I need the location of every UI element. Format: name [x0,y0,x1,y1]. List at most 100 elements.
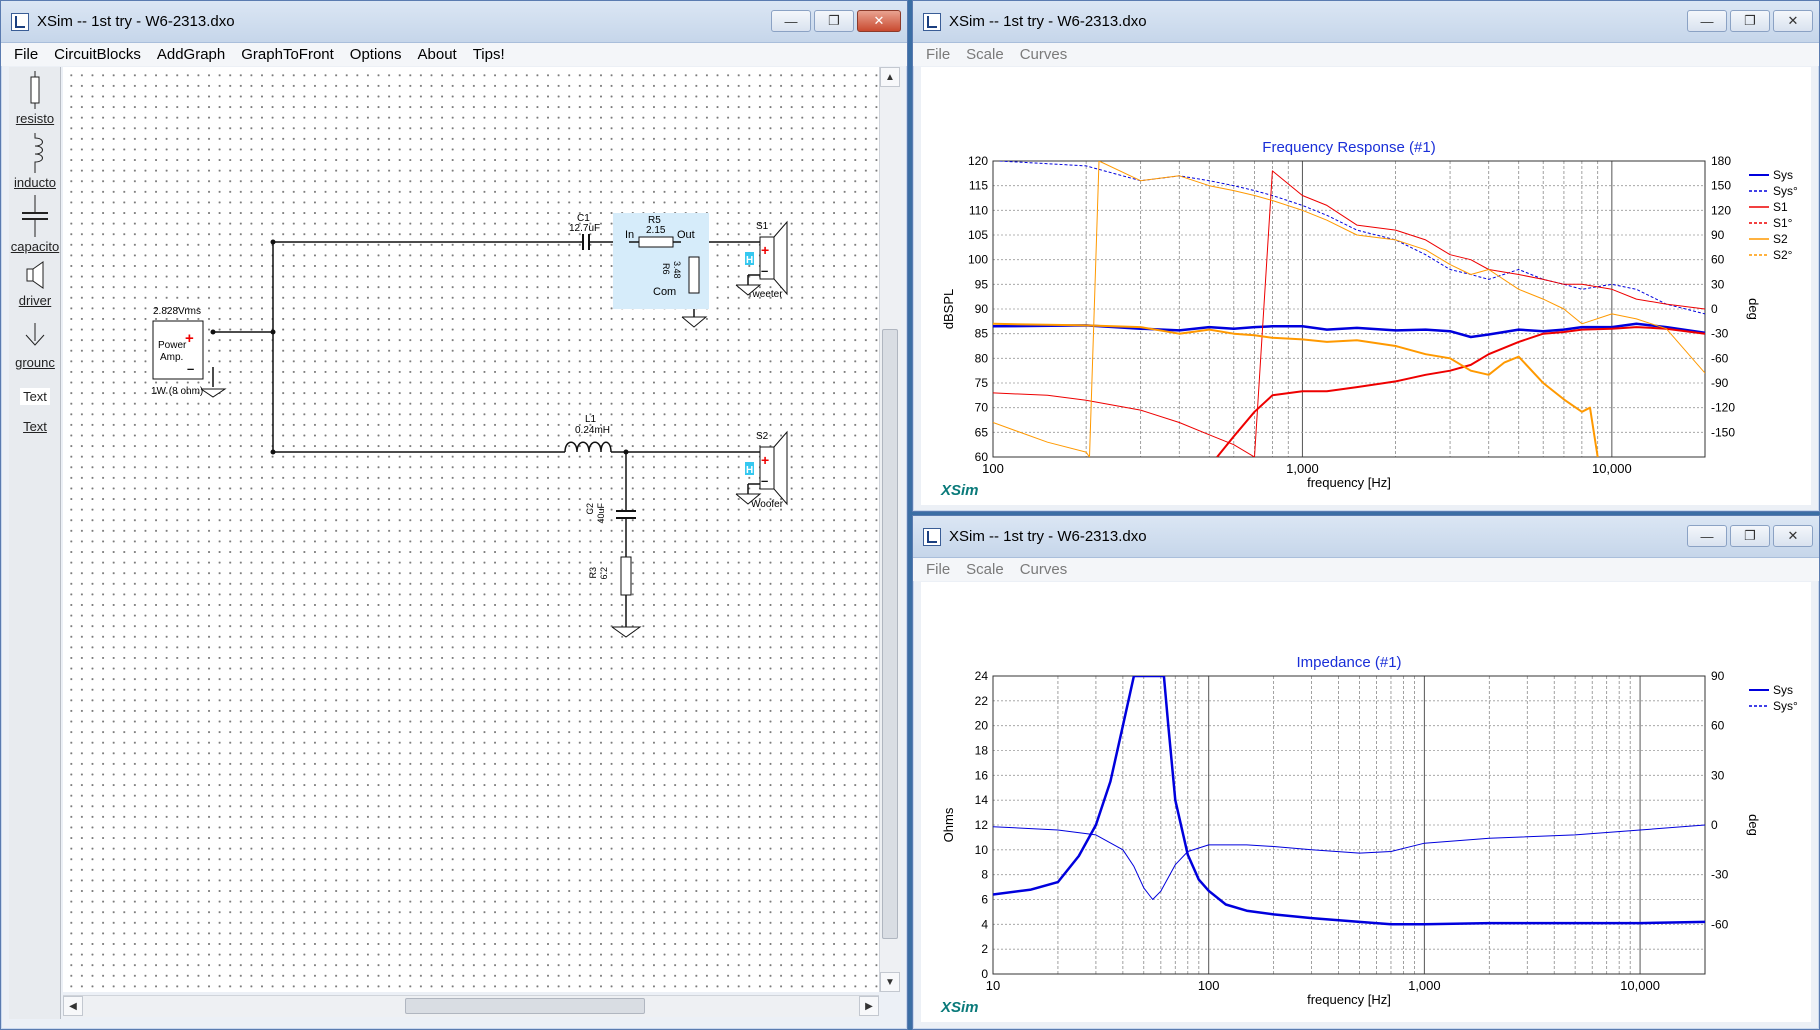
minimize-button[interactable]: — [771,10,811,32]
menu-scale[interactable]: Scale [958,561,1012,578]
capacitor-c2[interactable]: C2 40uF [585,502,636,525]
y2-tick-label: 0 [1711,302,1718,316]
scroll-left-button[interactable]: ◀ [63,996,83,1016]
schematic-titlebar[interactable]: XSim -- 1st try - W6-2313.dxo — ❐ ✕ [1,1,907,43]
minimize-button[interactable]: — [1687,10,1727,32]
y-tick-label: 100 [968,253,988,267]
maximize-button[interactable]: ❐ [814,10,854,32]
freq-titlebar[interactable]: XSim -- 1st try - W6-2313.dxo — ❐ ✕ [913,1,1819,43]
inductor-l1[interactable]: L1 0.24mH [564,414,612,453]
schematic-canvas[interactable]: + – 2.828Vrms Power Amp. 1W (8 ohm) C1 1… [63,67,883,992]
close-button[interactable]: ✕ [1773,10,1813,32]
y2-tick-label: -150 [1711,425,1735,439]
maximize-button[interactable]: ❐ [1730,10,1770,32]
c2-name: C2 [585,503,595,515]
schematic-drawing: + – 2.828Vrms Power Amp. 1W (8 ohm) C1 1… [151,213,788,638]
amp-label-amp: Amp. [160,352,183,363]
scroll-down-button[interactable]: ▼ [880,972,900,992]
y2-tick-label: 60 [1711,719,1725,733]
y-tick-label: 90 [975,302,989,316]
arrow-up-icon: ▲ [885,71,895,83]
tool-text-plain-label: Text [20,388,50,405]
y2-tick-label: 60 [1711,253,1725,267]
tool-ground[interactable]: grounc [9,321,61,370]
menu-graphtofront[interactable]: GraphToFront [233,46,342,63]
x-tick-label: 10 [986,978,1000,993]
y-tick-label: 16 [975,768,989,782]
driver-s1[interactable]: H + – S1 Tweeter [735,220,788,300]
y-tick-label: 6 [981,893,988,907]
tool-driver-label: driver [18,293,52,308]
svg-text:–: – [761,473,768,488]
l1-name: L1 [585,414,597,425]
series-line-Sys° [999,161,1705,315]
menu-tips[interactable]: Tips! [465,46,513,63]
arrow-right-icon: ▶ [865,1000,873,1012]
scroll-right-button[interactable]: ▶ [859,996,879,1016]
vertical-scrollbar[interactable]: ▲ ▼ [879,67,901,992]
app-icon [923,527,941,546]
svg-text:–: – [761,263,768,278]
resistor-r3[interactable]: R3 6.2 [588,556,642,638]
lpad-com-label: Com [653,286,676,298]
menu-options[interactable]: Options [342,46,410,63]
tool-text-label: Text [23,419,47,434]
xsim-logo: XSim [940,482,979,499]
y-tick-label: 70 [975,401,989,415]
y-tick-label: 12 [975,818,989,832]
tool-capacitor-label: capacito [10,239,60,254]
y-tick-label: 105 [968,228,988,242]
maximize-button[interactable]: ❐ [1730,525,1770,547]
tool-text-plain[interactable]: Text [9,388,61,405]
imp-graph-panel: Impedance (#1) 0 2 4 6 8 10 12 14 16 18 20 22 24 -60 -3… [921,582,1811,1022]
tool-driver[interactable]: driver [9,259,61,308]
power-amp-block[interactable]: + – 2.828Vrms Power Amp. 1W (8 ohm) [151,306,227,398]
s2-name: S2 [756,431,769,442]
menu-scale[interactable]: Scale [958,46,1012,63]
horizontal-scroll-thumb[interactable] [405,998,645,1014]
r5-value: 2.15 [646,225,666,236]
driver-s2[interactable]: H + – S2 Woofer [735,430,788,510]
tool-capacitor[interactable]: capacito [9,195,61,254]
amp-voltage-label: 2.828Vrms [153,306,201,317]
x-tick-label: 1,000 [1408,978,1441,993]
vertical-scroll-thumb[interactable] [882,329,898,939]
y2-tick-label: -60 [1711,917,1729,931]
resistor-icon [30,71,40,109]
y-tick-label: 95 [975,277,989,291]
legend-label: Sys [1773,168,1793,182]
minimize-button[interactable]: — [1687,525,1727,547]
legend-label: S1 [1773,200,1788,214]
menu-file[interactable]: File [6,46,46,63]
y2-tick-label: -120 [1711,401,1735,415]
chart-title: Impedance (#1) [1296,654,1401,671]
imp-titlebar[interactable]: XSim -- 1st try - W6-2313.dxo — ❐ ✕ [913,516,1819,558]
menu-curves[interactable]: Curves [1012,46,1076,63]
x-tick-label: 10,000 [1592,461,1632,476]
svg-text:H: H [746,255,753,266]
menu-curves[interactable]: Curves [1012,561,1076,578]
amp-power-label: 1W (8 ohm) [151,386,203,397]
tool-inductor[interactable]: inducto [9,133,61,190]
freq-menubar: File Scale Curves [913,43,1819,66]
s1-name: S1 [756,221,769,232]
close-button[interactable]: ✕ [857,10,901,32]
tool-resistor[interactable]: resisto [9,71,61,126]
close-button[interactable]: ✕ [1773,525,1813,547]
menu-file[interactable]: File [918,46,958,63]
horizontal-scrollbar[interactable]: ◀ ▶ [63,995,879,1017]
scroll-up-button[interactable]: ▲ [880,67,900,87]
menu-circuitblocks[interactable]: CircuitBlocks [46,46,149,63]
close-icon: ✕ [1787,528,1799,543]
capacitor-c1[interactable]: C1 12.7uF [569,213,603,250]
component-toolbox: resisto inducto capacito driver grounc T… [9,67,61,1019]
impedance-chart[interactable]: Impedance (#1)024681012141618202224-60-3… [921,582,1811,1022]
menu-about[interactable]: About [410,46,465,63]
menu-addgraph[interactable]: AddGraph [149,46,233,63]
y-tick-label: 4 [981,917,988,931]
y2-tick-label: 120 [1711,203,1731,217]
tool-text[interactable]: Text [9,419,61,434]
freq-response-chart[interactable]: Frequency Response (#1) 60 65 70 75 80 85 90 95 1… [921,67,1811,505]
menu-file[interactable]: File [918,561,958,578]
minimize-icon: — [784,13,798,29]
